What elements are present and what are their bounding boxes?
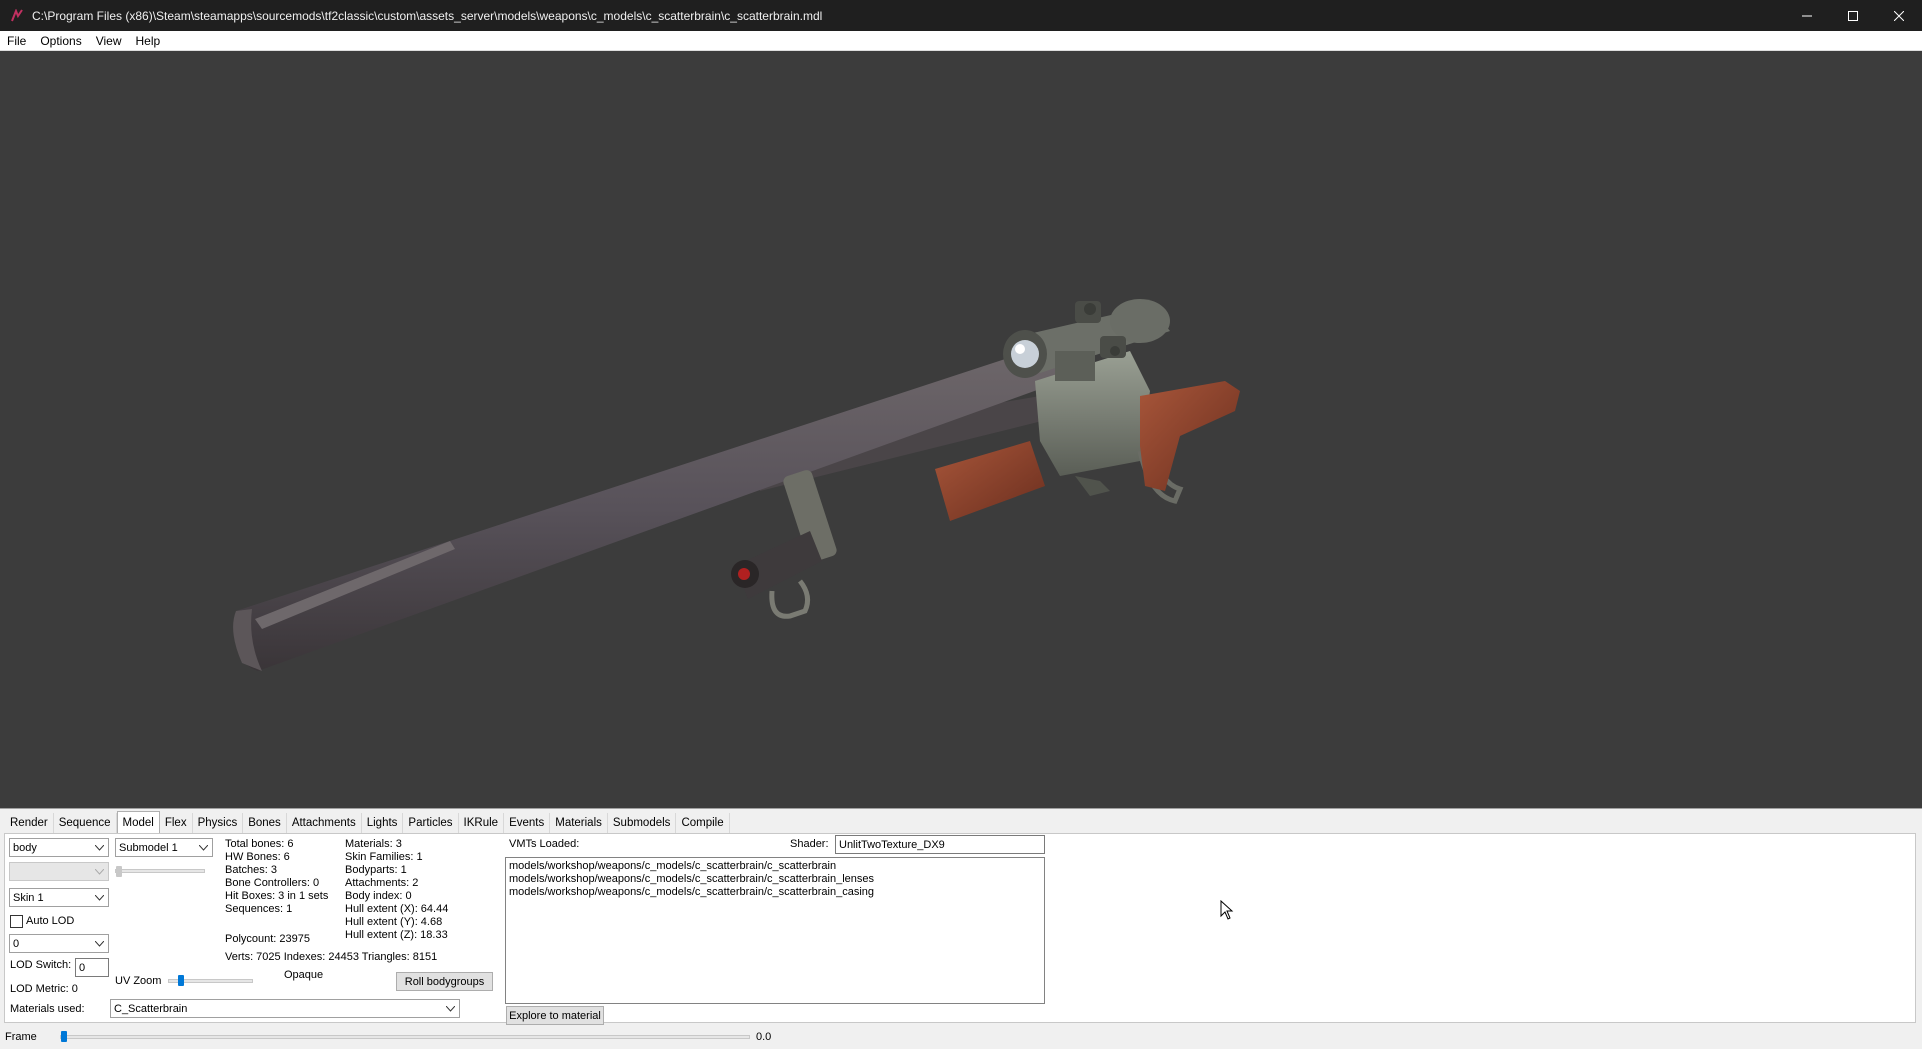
tab-lights[interactable]: Lights — [362, 813, 404, 833]
menu-options[interactable]: Options — [33, 34, 88, 48]
stat-bodyparts: Bodyparts: 1 — [345, 864, 407, 876]
lod-switch-value: 0 — [79, 961, 86, 974]
roll-bodygroups-button[interactable]: Roll bodygroups — [396, 972, 493, 991]
scatterbrain-rifle-model — [233, 299, 1240, 671]
window-title: C:\Program Files (x86)\Steam\steamapps\s… — [32, 8, 823, 23]
tab-materials[interactable]: Materials — [550, 813, 608, 833]
uv-zoom-label: UV Zoom — [115, 975, 162, 987]
vmts-loaded-label: VMTs Loaded: — [509, 838, 580, 850]
lod-switch-label: LOD Switch: — [10, 959, 72, 971]
chevron-down-icon — [93, 890, 105, 905]
stat-hull-extent-x: Hull extent (X): 64.44 — [345, 903, 449, 915]
tab-events[interactable]: Events — [504, 813, 551, 833]
hlmv-app-icon — [9, 8, 25, 24]
materials-used-value: C_Scatterbrain — [114, 1002, 188, 1015]
menu-file[interactable]: File — [0, 34, 33, 48]
skin-select-value: Skin 1 — [13, 891, 44, 904]
shader-label: Shader: — [790, 838, 829, 850]
maximize-button[interactable] — [1830, 0, 1876, 31]
skin-select[interactable]: Skin 1 — [9, 888, 109, 907]
stat-polycount: Polycount: 23975 — [225, 933, 311, 945]
list-item[interactable]: models/workshop/weapons/c_models/c_scatt… — [509, 860, 1041, 873]
stat-sequences: Sequences: 1 — [225, 903, 293, 915]
close-icon — [1894, 10, 1904, 21]
frame-slider[interactable] — [60, 1035, 750, 1039]
tab-ikrule[interactable]: IKRule — [459, 813, 505, 833]
tab-sequence[interactable]: Sequence — [54, 813, 117, 833]
controller-slider-thumb — [116, 866, 122, 877]
auto-lod-label: Auto LOD — [26, 915, 75, 927]
submodel-select-value: Submodel 1 — [119, 841, 178, 854]
lod-metric: LOD Metric: 0 — [10, 983, 78, 995]
title-bar: C:\Program Files (x86)\Steam\steamapps\s… — [0, 0, 1922, 31]
chevron-down-icon — [444, 1001, 456, 1016]
stat-bone-controllers: Bone Controllers: 0 — [225, 877, 320, 889]
tab-flex[interactable]: Flex — [160, 813, 193, 833]
tab-particles[interactable]: Particles — [403, 813, 459, 833]
controller-select — [9, 862, 109, 881]
stat-hw-bones: HW Bones: 6 — [225, 851, 290, 863]
tab-attachments[interactable]: Attachments — [287, 813, 362, 833]
stat-attachments: Attachments: 2 — [345, 877, 419, 889]
panel-tabs: Render Sequence Model Flex Physics Bones… — [5, 811, 730, 833]
chevron-down-icon — [93, 840, 105, 855]
list-item[interactable]: models/workshop/weapons/c_models/c_scatt… — [509, 873, 1041, 886]
stat-total-bones: Total bones: 6 — [225, 838, 294, 850]
frame-value: 0.0 — [756, 1031, 772, 1043]
tab-compile[interactable]: Compile — [676, 813, 730, 833]
stat-hull-extent-z: Hull extent (Z): 18.33 — [345, 929, 448, 941]
stat-skin-families: Skin Families: 1 — [345, 851, 423, 863]
lod-select-value: 0 — [13, 937, 20, 950]
tab-render[interactable]: Render — [5, 813, 54, 833]
stat-verts-indexes-triangles: Verts: 7025 Indexes: 24453 Triangles: 81… — [225, 951, 438, 963]
chevron-down-icon — [197, 840, 209, 855]
lod-switch-input[interactable]: 0 — [75, 958, 109, 977]
lod-select[interactable]: 0 — [9, 934, 109, 953]
frame-label: Frame — [5, 1031, 37, 1043]
close-button[interactable] — [1876, 0, 1922, 31]
auto-lod-checkbox[interactable] — [10, 915, 23, 928]
vmt-list[interactable]: models/workshop/weapons/c_models/c_scatt… — [505, 857, 1045, 1004]
frame-bar: Frame 0.0 — [0, 1026, 1922, 1049]
stat-hull-extent-y: Hull extent (Y): 4.68 — [345, 916, 443, 928]
list-item[interactable]: models/workshop/weapons/c_models/c_scatt… — [509, 886, 1041, 899]
frame-slider-thumb[interactable] — [61, 1031, 67, 1042]
mouse-cursor-icon — [1220, 900, 1234, 920]
minimize-button[interactable] — [1784, 0, 1830, 31]
menu-help[interactable]: Help — [129, 34, 168, 48]
maximize-icon — [1848, 10, 1858, 21]
uv-zoom-slider-thumb[interactable] — [178, 975, 184, 986]
minimize-icon — [1802, 15, 1812, 16]
bodypart-select-value: body — [13, 841, 37, 854]
shader-input[interactable]: UnlitTwoTexture_DX9 — [835, 835, 1045, 854]
bodypart-select[interactable]: body — [9, 838, 109, 857]
explore-to-material-button[interactable]: Explore to material — [506, 1006, 604, 1025]
chevron-down-icon — [93, 864, 105, 879]
materials-used-select[interactable]: C_Scatterbrain — [110, 999, 460, 1018]
stat-batches: Batches: 3 — [225, 864, 277, 876]
tab-bones[interactable]: Bones — [243, 813, 287, 833]
chevron-down-icon — [93, 936, 105, 951]
menu-bar: File Options View Help — [0, 31, 1922, 51]
model-viewport[interactable] — [0, 51, 1922, 808]
tab-model[interactable]: Model — [116, 811, 160, 833]
stat-body-index: Body index: 0 — [345, 890, 412, 902]
submodel-select[interactable]: Submodel 1 — [115, 838, 213, 857]
controller-slider — [115, 869, 205, 873]
materials-used-label: Materials used: — [10, 1003, 85, 1015]
tab-submodels[interactable]: Submodels — [608, 813, 677, 833]
stat-hit-boxes: Hit Boxes: 3 in 1 sets — [225, 890, 329, 902]
stat-materials: Materials: 3 — [345, 838, 402, 850]
shader-value: UnlitTwoTexture_DX9 — [839, 838, 945, 851]
menu-view[interactable]: View — [89, 34, 129, 48]
render-mode-label: Opaque — [284, 969, 324, 981]
tab-physics[interactable]: Physics — [193, 813, 244, 833]
